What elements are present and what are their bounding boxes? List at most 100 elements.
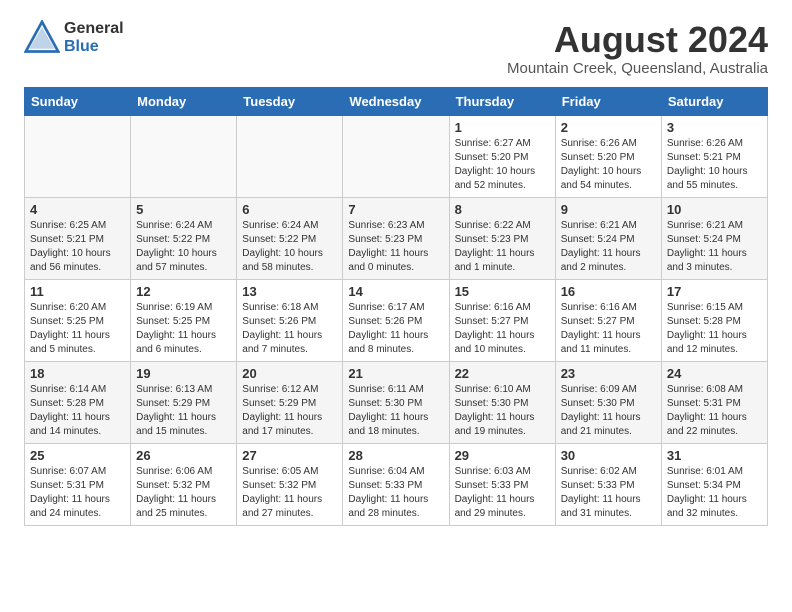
calendar-cell: 28Sunrise: 6:04 AM Sunset: 5:33 PM Dayli… xyxy=(343,443,449,525)
day-info: Sunrise: 6:23 AM Sunset: 5:23 PM Dayligh… xyxy=(348,219,443,275)
logo: General Blue xyxy=(24,20,124,56)
calendar-header-monday: Monday xyxy=(131,87,237,115)
calendar-cell: 18Sunrise: 6:14 AM Sunset: 5:28 PM Dayli… xyxy=(25,361,131,443)
calendar-cell: 7Sunrise: 6:23 AM Sunset: 5:23 PM Daylig… xyxy=(343,197,449,279)
calendar-week-2: 11 Sunrise: 6:20 AM Sunset: 5:25 PM Dayli… xyxy=(25,279,768,361)
day-info: Sunrise: 6:19 AM Sunset: 5:25 PM Dayligh… xyxy=(136,301,231,357)
day-number: 29 xyxy=(455,448,550,463)
calendar-cell: 20 Sunrise: 6:12 AM Sunset: 5:29 PM Dayli… xyxy=(237,361,343,443)
calendar-header-saturday: Saturday xyxy=(661,87,767,115)
day-info: Sunrise: 6:21 AM Sunset: 5:24 PM Dayligh… xyxy=(667,219,762,275)
calendar-cell xyxy=(131,115,237,197)
calendar-cell: 24 Sunrise: 6:08 AM Sunset: 5:31 PM Dayli… xyxy=(661,361,767,443)
main-title: August 2024 xyxy=(507,20,768,60)
day-info: Sunrise: 6:14 AM Sunset: 5:28 PM Dayligh… xyxy=(30,383,125,439)
calendar-cell: 1Sunrise: 6:27 AM Sunset: 5:20 PM Daylig… xyxy=(449,115,555,197)
logo-general-text: General xyxy=(64,20,124,38)
day-info: Sunrise: 6:16 AM Sunset: 5:27 PM Dayligh… xyxy=(455,301,550,357)
day-info: Sunrise: 6:18 AM Sunset: 5:26 PM Dayligh… xyxy=(242,301,337,357)
header-row: SundayMondayTuesdayWednesdayThursdayFrid… xyxy=(25,87,768,115)
calendar-header-sunday: Sunday xyxy=(25,87,131,115)
calendar-cell: 10Sunrise: 6:21 AM Sunset: 5:24 PM Dayli… xyxy=(661,197,767,279)
day-number: 28 xyxy=(348,448,443,463)
day-number: 17 xyxy=(667,284,762,299)
calendar-header-wednesday: Wednesday xyxy=(343,87,449,115)
day-info: Sunrise: 6:26 AM Sunset: 5:21 PM Dayligh… xyxy=(667,137,762,193)
calendar-cell: 25 Sunrise: 6:07 AM Sunset: 5:31 PM Dayli… xyxy=(25,443,131,525)
calendar-week-3: 18Sunrise: 6:14 AM Sunset: 5:28 PM Dayli… xyxy=(25,361,768,443)
day-number: 2 xyxy=(561,120,656,135)
day-number: 11 xyxy=(30,284,125,299)
calendar-cell: 23Sunrise: 6:09 AM Sunset: 5:30 PM Dayli… xyxy=(555,361,661,443)
day-number: 4 xyxy=(30,202,125,217)
calendar-header-tuesday: Tuesday xyxy=(237,87,343,115)
calendar-cell: 26Sunrise: 6:06 AM Sunset: 5:32 PM Dayli… xyxy=(131,443,237,525)
calendar-cell: 27 Sunrise: 6:05 AM Sunset: 5:32 PM Dayli… xyxy=(237,443,343,525)
calendar-cell: 3 Sunrise: 6:26 AM Sunset: 5:21 PM Daylig… xyxy=(661,115,767,197)
day-number: 30 xyxy=(561,448,656,463)
day-number: 27 xyxy=(242,448,337,463)
logo-text: General Blue xyxy=(64,20,124,55)
calendar-cell: 2 Sunrise: 6:26 AM Sunset: 5:20 PM Daylig… xyxy=(555,115,661,197)
logo-blue-text: Blue xyxy=(64,38,124,56)
calendar-cell xyxy=(25,115,131,197)
day-info: Sunrise: 6:27 AM Sunset: 5:20 PM Dayligh… xyxy=(455,137,550,193)
day-info: Sunrise: 6:21 AM Sunset: 5:24 PM Dayligh… xyxy=(561,219,656,275)
day-number: 16 xyxy=(561,284,656,299)
day-info: Sunrise: 6:15 AM Sunset: 5:28 PM Dayligh… xyxy=(667,301,762,357)
calendar-cell: 8 Sunrise: 6:22 AM Sunset: 5:23 PM Daylig… xyxy=(449,197,555,279)
day-info: Sunrise: 6:01 AM Sunset: 5:34 PM Dayligh… xyxy=(667,465,762,521)
calendar-cell: 17 Sunrise: 6:15 AM Sunset: 5:28 PM Dayli… xyxy=(661,279,767,361)
day-info: Sunrise: 6:12 AM Sunset: 5:29 PM Dayligh… xyxy=(242,383,337,439)
day-info: Sunrise: 6:05 AM Sunset: 5:32 PM Dayligh… xyxy=(242,465,337,521)
day-number: 31 xyxy=(667,448,762,463)
day-info: Sunrise: 6:02 AM Sunset: 5:33 PM Dayligh… xyxy=(561,465,656,521)
day-info: Sunrise: 6:22 AM Sunset: 5:23 PM Dayligh… xyxy=(455,219,550,275)
day-number: 23 xyxy=(561,366,656,381)
day-info: Sunrise: 6:25 AM Sunset: 5:21 PM Dayligh… xyxy=(30,219,125,275)
day-info: Sunrise: 6:20 AM Sunset: 5:25 PM Dayligh… xyxy=(30,301,125,357)
calendar-header-friday: Friday xyxy=(555,87,661,115)
calendar-cell: 19Sunrise: 6:13 AM Sunset: 5:29 PM Dayli… xyxy=(131,361,237,443)
day-number: 20 xyxy=(242,366,337,381)
calendar-cell: 12 Sunrise: 6:19 AM Sunset: 5:25 PM Dayli… xyxy=(131,279,237,361)
subtitle: Mountain Creek, Queensland, Australia xyxy=(507,60,768,77)
day-number: 3 xyxy=(667,120,762,135)
day-info: Sunrise: 6:03 AM Sunset: 5:33 PM Dayligh… xyxy=(455,465,550,521)
day-info: Sunrise: 6:16 AM Sunset: 5:27 PM Dayligh… xyxy=(561,301,656,357)
day-number: 25 xyxy=(30,448,125,463)
day-info: Sunrise: 6:26 AM Sunset: 5:20 PM Dayligh… xyxy=(561,137,656,193)
day-info: Sunrise: 6:24 AM Sunset: 5:22 PM Dayligh… xyxy=(242,219,337,275)
title-area: August 2024 Mountain Creek, Queensland, … xyxy=(507,20,768,77)
calendar-body: 1Sunrise: 6:27 AM Sunset: 5:20 PM Daylig… xyxy=(25,115,768,525)
day-info: Sunrise: 6:11 AM Sunset: 5:30 PM Dayligh… xyxy=(348,383,443,439)
day-number: 26 xyxy=(136,448,231,463)
calendar-cell: 5Sunrise: 6:24 AM Sunset: 5:22 PM Daylig… xyxy=(131,197,237,279)
day-number: 14 xyxy=(348,284,443,299)
calendar-cell: 31 Sunrise: 6:01 AM Sunset: 5:34 PM Dayli… xyxy=(661,443,767,525)
day-number: 21 xyxy=(348,366,443,381)
calendar-cell: 15 Sunrise: 6:16 AM Sunset: 5:27 PM Dayli… xyxy=(449,279,555,361)
calendar-cell: 13 Sunrise: 6:18 AM Sunset: 5:26 PM Dayli… xyxy=(237,279,343,361)
day-number: 15 xyxy=(455,284,550,299)
calendar-cell: 6 Sunrise: 6:24 AM Sunset: 5:22 PM Daylig… xyxy=(237,197,343,279)
calendar-cell: 4 Sunrise: 6:25 AM Sunset: 5:21 PM Daylig… xyxy=(25,197,131,279)
day-number: 8 xyxy=(455,202,550,217)
day-number: 6 xyxy=(242,202,337,217)
calendar-cell: 9Sunrise: 6:21 AM Sunset: 5:24 PM Daylig… xyxy=(555,197,661,279)
day-info: Sunrise: 6:07 AM Sunset: 5:31 PM Dayligh… xyxy=(30,465,125,521)
day-number: 12 xyxy=(136,284,231,299)
day-number: 13 xyxy=(242,284,337,299)
day-info: Sunrise: 6:13 AM Sunset: 5:29 PM Dayligh… xyxy=(136,383,231,439)
day-info: Sunrise: 6:10 AM Sunset: 5:30 PM Dayligh… xyxy=(455,383,550,439)
day-info: Sunrise: 6:17 AM Sunset: 5:26 PM Dayligh… xyxy=(348,301,443,357)
calendar-cell: 22Sunrise: 6:10 AM Sunset: 5:30 PM Dayli… xyxy=(449,361,555,443)
calendar-header-thursday: Thursday xyxy=(449,87,555,115)
day-number: 24 xyxy=(667,366,762,381)
calendar-week-4: 25 Sunrise: 6:07 AM Sunset: 5:31 PM Dayli… xyxy=(25,443,768,525)
day-info: Sunrise: 6:24 AM Sunset: 5:22 PM Dayligh… xyxy=(136,219,231,275)
calendar-cell: 16 Sunrise: 6:16 AM Sunset: 5:27 PM Dayli… xyxy=(555,279,661,361)
day-info: Sunrise: 6:08 AM Sunset: 5:31 PM Dayligh… xyxy=(667,383,762,439)
calendar-cell: 14 Sunrise: 6:17 AM Sunset: 5:26 PM Dayli… xyxy=(343,279,449,361)
calendar-week-0: 1Sunrise: 6:27 AM Sunset: 5:20 PM Daylig… xyxy=(25,115,768,197)
